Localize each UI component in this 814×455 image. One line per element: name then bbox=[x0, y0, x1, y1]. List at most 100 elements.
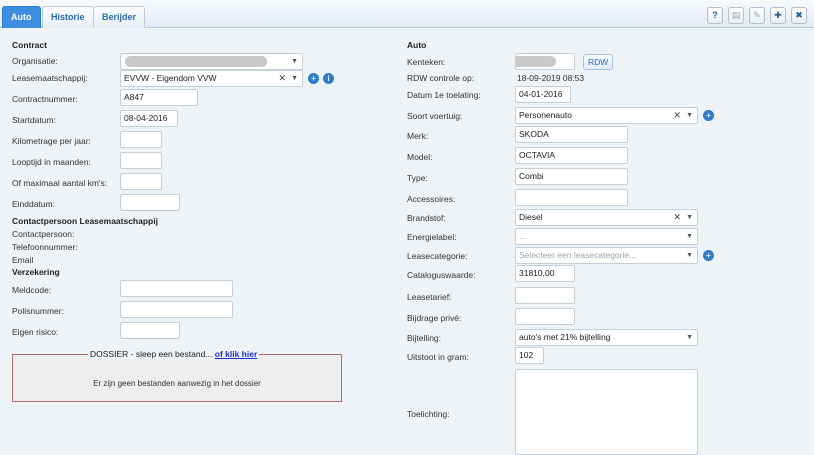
add-button[interactable]: ✚ bbox=[770, 7, 786, 24]
toelichting-label: Toelichting: bbox=[407, 409, 450, 419]
dossier-empty-message: Er zijn geen bestanden aanwezig in het d… bbox=[93, 379, 261, 388]
close-button[interactable]: ✖ bbox=[791, 7, 807, 24]
merk-input[interactable]: SKODA bbox=[515, 126, 628, 143]
redacted-value bbox=[125, 56, 267, 67]
leasecategorie-placeholder: Selecteer een leasecategorie... bbox=[519, 250, 637, 260]
kenteken-input[interactable] bbox=[515, 53, 575, 70]
eigen-risico-input[interactable] bbox=[120, 322, 180, 339]
einddatum-input[interactable] bbox=[120, 194, 180, 211]
tab-historie[interactable]: Historie bbox=[42, 6, 94, 28]
chevron-down-icon: ▼ bbox=[686, 334, 693, 341]
soort-label: Soort voertuig: bbox=[407, 111, 463, 121]
maximaal-label: Of maximaal aantal km's: bbox=[12, 178, 108, 188]
clear-icon[interactable]: ✕ bbox=[673, 210, 681, 225]
edit-button[interactable]: ✎ bbox=[749, 7, 765, 24]
polisnummer-label: Polisnummer: bbox=[12, 306, 64, 316]
datum-toelating-label: Datum 1e toelating: bbox=[407, 90, 481, 100]
organisatie-label: Organisatie: bbox=[12, 56, 58, 66]
type-label: Type: bbox=[407, 173, 428, 183]
kilometrage-label: Kilometrage per jaar: bbox=[12, 136, 91, 146]
tab-auto[interactable]: Auto bbox=[2, 6, 41, 28]
contractnummer-input[interactable]: A847 bbox=[120, 89, 198, 106]
telefoon-label: Telefoonnummer: bbox=[12, 242, 78, 252]
leasemaatschappij-label: Leasemaatschappij: bbox=[12, 73, 88, 83]
meldcode-label: Meldcode: bbox=[12, 285, 52, 295]
soort-select[interactable]: Personenauto ✕ ▼ bbox=[515, 107, 698, 124]
contractnummer-label: Contractnummer: bbox=[12, 94, 78, 104]
leasemaatschappij-value: EVVW - Eigendom VVW bbox=[124, 73, 217, 83]
chevron-down-icon: ▼ bbox=[686, 214, 693, 221]
maximaal-km-input[interactable] bbox=[120, 173, 162, 190]
chevron-down-icon: ▼ bbox=[291, 58, 298, 65]
help-button[interactable]: ? bbox=[707, 7, 723, 24]
looptijd-label: Looptijd in maanden: bbox=[12, 157, 91, 167]
polisnummer-input[interactable] bbox=[120, 301, 233, 318]
looptijd-input[interactable] bbox=[120, 152, 162, 169]
bijtelling-select[interactable]: auto's met 21% bijtelling ▼ bbox=[515, 329, 698, 346]
contactpersoon-heading: Contactpersoon Leasemaatschappij bbox=[12, 216, 158, 226]
chevron-down-icon: ▼ bbox=[686, 233, 693, 240]
chevron-down-icon: ▼ bbox=[291, 75, 298, 82]
uitstoot-label: Uitstoot in gram: bbox=[407, 352, 469, 362]
email-label: Email bbox=[12, 255, 34, 265]
leasetarief-label: Leasetarief: bbox=[407, 292, 452, 302]
rdw-controle-value: 18-09-2019 08:53 bbox=[517, 73, 585, 83]
info-circle-icon[interactable]: i bbox=[323, 73, 334, 84]
model-input[interactable]: OCTAVIA bbox=[515, 147, 628, 164]
add-circle-icon[interactable]: + bbox=[308, 73, 319, 84]
brandstof-select[interactable]: Diesel ✕ ▼ bbox=[515, 209, 698, 226]
verzekering-heading: Verzekering bbox=[12, 267, 60, 277]
kilometrage-input[interactable] bbox=[120, 131, 162, 148]
contract-heading: Contract bbox=[12, 40, 47, 50]
tab-berijder[interactable]: Berijder bbox=[93, 6, 146, 28]
chevron-down-icon: ▼ bbox=[686, 112, 693, 119]
bijtelling-value: auto's met 21% bijtelling bbox=[519, 332, 611, 342]
cataloguswaarde-label: Cataloguswaarde: bbox=[407, 270, 476, 280]
print-button[interactable]: ▤ bbox=[728, 7, 744, 24]
dossier-upload-link[interactable]: of klik hier bbox=[215, 349, 258, 359]
dossier-dropzone[interactable]: Er zijn geen bestanden aanwezig in het d… bbox=[12, 354, 342, 402]
rdw-controle-label: RDW controle op: bbox=[407, 73, 475, 83]
dossier-hint: - sleep een bestand... bbox=[128, 349, 215, 359]
bijdrage-label: Bijdrage privé: bbox=[407, 313, 462, 323]
clear-icon[interactable]: ✕ bbox=[673, 108, 681, 123]
bijdrage-input[interactable] bbox=[515, 308, 575, 325]
add-circle-icon[interactable]: + bbox=[703, 250, 714, 261]
startdatum-input[interactable]: 08-04-2016 bbox=[120, 110, 178, 127]
dossier-title: DOSSIER - sleep een bestand... of klik h… bbox=[88, 349, 260, 359]
brandstof-label: Brandstof: bbox=[407, 213, 446, 223]
kenteken-label: Kenteken: bbox=[407, 57, 446, 67]
startdatum-label: Startdatum: bbox=[12, 115, 56, 125]
eigen-risico-label: Eigen risico: bbox=[12, 327, 59, 337]
energielabel-select[interactable]: ... ▼ bbox=[515, 228, 698, 245]
model-label: Model: bbox=[407, 152, 433, 162]
einddatum-label: Einddatum: bbox=[12, 199, 55, 209]
leasecategorie-label: Leasecategorie: bbox=[407, 251, 468, 261]
accessoires-input[interactable] bbox=[515, 189, 628, 206]
add-circle-icon[interactable]: + bbox=[703, 110, 714, 121]
type-input[interactable]: Combi bbox=[515, 168, 628, 185]
auto-heading: Auto bbox=[407, 40, 427, 50]
brandstof-value: Diesel bbox=[519, 212, 543, 222]
soort-value: Personenauto bbox=[519, 110, 572, 120]
leasemaatschappij-select[interactable]: EVVW - Eigendom VVW ✕ ▼ bbox=[120, 70, 303, 87]
leasecategorie-select[interactable]: Selecteer een leasecategorie... ▼ bbox=[515, 247, 698, 264]
accessoires-label: Accessoires: bbox=[407, 194, 456, 204]
tab-bar: Auto Historie Berijder ? ▤ ✎ ✚ ✖ bbox=[0, 0, 814, 28]
leasetarief-input[interactable] bbox=[515, 287, 575, 304]
chevron-down-icon: ▼ bbox=[686, 252, 693, 259]
energielabel-label: Energielabel: bbox=[407, 232, 457, 242]
redacted-value bbox=[516, 56, 556, 67]
organisatie-select[interactable]: ▼ bbox=[120, 53, 303, 70]
toelichting-textarea[interactable] bbox=[515, 369, 698, 455]
meldcode-input[interactable] bbox=[120, 280, 233, 297]
energielabel-value: ... bbox=[519, 231, 527, 241]
rdw-button[interactable]: RDW bbox=[583, 54, 614, 70]
datum-toelating-input[interactable]: 04-01-2016 bbox=[515, 86, 571, 103]
cataloguswaarde-input[interactable]: 31810,00 bbox=[515, 265, 575, 282]
uitstoot-input[interactable]: 102 bbox=[515, 347, 544, 364]
dossier-label: DOSSIER bbox=[90, 349, 129, 359]
contactpersoon-label: Contactpersoon: bbox=[12, 229, 75, 239]
bijtelling-label: Bijtelling: bbox=[407, 333, 442, 343]
clear-icon[interactable]: ✕ bbox=[278, 71, 286, 86]
